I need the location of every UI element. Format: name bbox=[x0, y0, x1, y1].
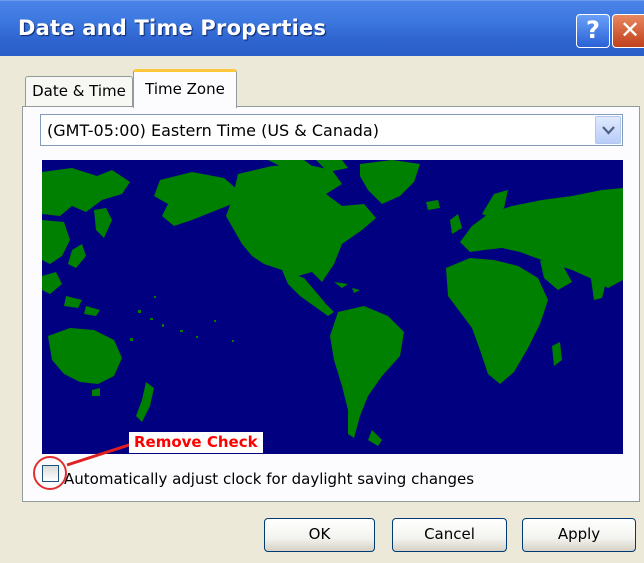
tab-date-and-time[interactable]: Date & Time bbox=[25, 76, 133, 107]
ok-button[interactable]: OK bbox=[264, 518, 375, 552]
title-bar[interactable]: Date and Time Properties ? ✕ bbox=[0, 0, 644, 56]
world-map bbox=[42, 160, 623, 454]
remove-check-annotation: Remove Check bbox=[129, 432, 263, 453]
apply-button[interactable]: Apply bbox=[522, 518, 636, 552]
window-title: Date and Time Properties bbox=[18, 16, 327, 40]
close-button[interactable]: ✕ bbox=[612, 14, 644, 48]
dropdown-arrow-button[interactable] bbox=[595, 116, 621, 144]
cancel-button[interactable]: Cancel bbox=[392, 518, 507, 552]
time-zone-selected: (GMT-05:00) Eastern Time (US & Canada) bbox=[47, 121, 379, 140]
time-zone-dropdown[interactable]: (GMT-05:00) Eastern Time (US & Canada) bbox=[40, 114, 623, 146]
daylight-saving-checkbox[interactable] bbox=[42, 465, 59, 482]
help-button[interactable]: ? bbox=[576, 14, 610, 48]
world-map-graphic bbox=[42, 160, 623, 454]
tab-time-zone[interactable]: Time Zone bbox=[133, 69, 237, 108]
chevron-down-icon bbox=[602, 126, 615, 135]
daylight-saving-label[interactable]: Automatically adjust clock for daylight … bbox=[64, 470, 474, 488]
